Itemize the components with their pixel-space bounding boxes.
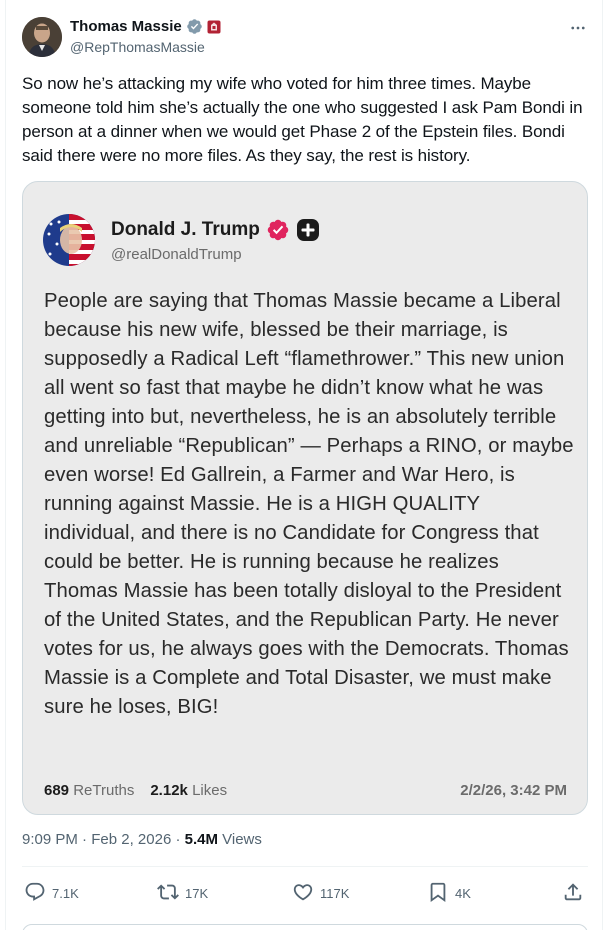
retruths-stat: 689 ReTruths [44, 782, 134, 799]
verified-badge-icon [266, 218, 290, 242]
congress-seal-icon [207, 20, 221, 34]
embedded-post-card[interactable]: Donald J. Trump @realDonaldTrump People … [22, 181, 588, 815]
bookmark-count: 4K [455, 885, 471, 901]
embedded-post-date: 2/2/26, 3:42 PM [460, 782, 567, 799]
like-count: 117K [320, 885, 350, 901]
action-bar: 7.1K 17K 117K 4K [22, 876, 588, 910]
tweet-header: Thomas Massie @RepThomasMassie [22, 16, 592, 58]
reply-icon [24, 881, 46, 906]
author-handle[interactable]: @RepThomasMassie [70, 39, 205, 55]
embedded-author-avatar [43, 214, 95, 266]
retruths-label: ReTruths [73, 782, 135, 799]
tweet-text: So now he’s attacking my wife who voted … [22, 74, 583, 165]
repost-count: 17K [185, 885, 209, 901]
meta-separator: · [77, 831, 92, 848]
author-name-row: Thomas Massie [70, 18, 221, 35]
views-label: Views [217, 831, 262, 848]
embedded-author-handle: @realDonaldTrump [111, 246, 242, 263]
repost-button[interactable]: 17K [157, 876, 208, 910]
author-avatar[interactable] [22, 17, 62, 57]
bookmark-icon [427, 881, 449, 906]
plus-badge-icon [296, 218, 320, 242]
embedded-post-text: People are saying that Thomas Massie bec… [44, 290, 574, 718]
likes-count: 2.12k [150, 782, 188, 799]
meta-separator: · [171, 831, 185, 848]
like-button[interactable]: 117K [292, 876, 349, 910]
embedded-author-name: Donald J. Trump [111, 219, 260, 240]
tweet-time[interactable]: 9:09 PM [22, 831, 78, 848]
repost-icon [157, 881, 179, 906]
divider [22, 866, 588, 867]
share-icon [562, 881, 584, 906]
tweet-meta: 9:09 PM · Feb 2, 2026 · 5.4M Views [22, 831, 262, 848]
embedded-name-row: Donald J. Trump [111, 218, 320, 242]
reply-count: 7.1K [52, 885, 79, 901]
likes-label: Likes [192, 782, 228, 799]
tweet-date[interactable]: Feb 2, 2026 [91, 831, 171, 848]
bookmark-button[interactable]: 4K [427, 876, 471, 910]
embedded-post-stats: 689 ReTruths 2.12k Likes [44, 782, 227, 799]
more-options-icon[interactable] [568, 18, 588, 38]
heart-icon [292, 881, 314, 906]
verified-badge-icon [186, 18, 203, 35]
author-name[interactable]: Thomas Massie [70, 18, 182, 35]
likes-stat: 2.12k Likes [150, 782, 227, 799]
share-button[interactable] [562, 876, 584, 910]
reply-button[interactable]: 7.1K [24, 876, 79, 910]
retruths-count: 689 [44, 782, 70, 799]
reply-composer[interactable] [22, 924, 588, 930]
views-count[interactable]: 5.4M [185, 831, 218, 848]
